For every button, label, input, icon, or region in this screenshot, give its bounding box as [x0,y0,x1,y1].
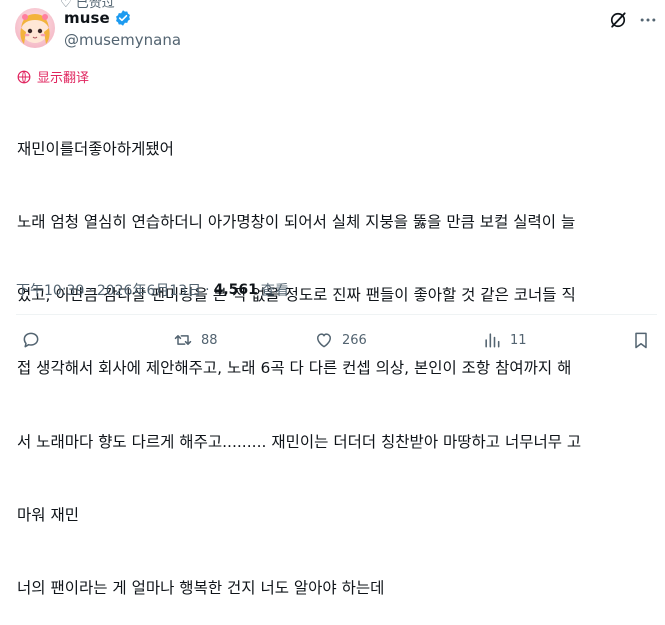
reply-button[interactable] [21,330,49,350]
heart-icon [317,333,331,348]
tweet-line: 마워 재민 [17,505,79,524]
verified-badge-icon [115,10,130,26]
divider [16,314,657,315]
retweet-icon [174,335,192,345]
view-count: 4,561 [213,282,258,298]
bookmark-button[interactable] [631,330,651,350]
like-count: 266 [342,332,367,348]
avatar-illustration [20,14,50,44]
tweet-line: 너의 팬이라는 게 얼마나 행복한 건지 너도 알아야 하는데 [17,579,385,598]
author-name-row[interactable]: muse [64,9,132,27]
views-count: 11 [510,332,527,348]
author-handle[interactable]: @musemynana [64,31,181,49]
views-icon [485,333,500,348]
tweet-line: 재민이를더좋아하게됐어 [17,139,174,158]
retweet-button[interactable]: 88 [173,330,218,350]
tweet-line: 노래 엄청 열심히 연습하더니 아가명창이 되어서 실체 지붕을 뚫을 만큼 보… [17,213,576,232]
show-translation-link[interactable]: 显示翻译 [17,67,89,86]
retweet-count: 88 [201,332,218,348]
translate-icon [17,70,31,83]
avatar[interactable] [15,8,55,48]
like-button[interactable]: 266 [314,330,367,350]
tweet-line: 접 생각해서 회사에 제안해주고, 노래 6곡 다 다른 컨셉 의상, 본인이 … [17,359,572,378]
tweet-time[interactable]: 下午10:39 [16,280,84,300]
meta-separator: · [205,282,210,298]
views-button[interactable]: 11 [482,330,527,350]
view-label: 查看 [260,283,289,299]
grok-icon[interactable] [608,10,628,30]
tweet-text: 재민이를더좋아하게됐어 노래 엄청 열심히 연습하더니 아가명창이 되어서 실체… [17,88,657,625]
meta-separator: · [88,282,93,298]
more-icon[interactable] [638,10,658,30]
show-translation-label: 显示翻译 [37,71,90,86]
tweet-line: 서 노래마다 향도 다르게 해주고......... 재민이는 더더더 칭찬받아… [17,432,582,451]
bookmark-icon [635,332,647,349]
tweet-meta: 下午10:39 · 2026年6月13日 · 4,561 查看 [16,280,289,300]
display-name[interactable]: muse [64,9,110,27]
action-bar: 88 266 11 [21,330,651,354]
tweet-date[interactable]: 2026年6月13日 [97,280,201,300]
reply-icon [23,332,39,348]
